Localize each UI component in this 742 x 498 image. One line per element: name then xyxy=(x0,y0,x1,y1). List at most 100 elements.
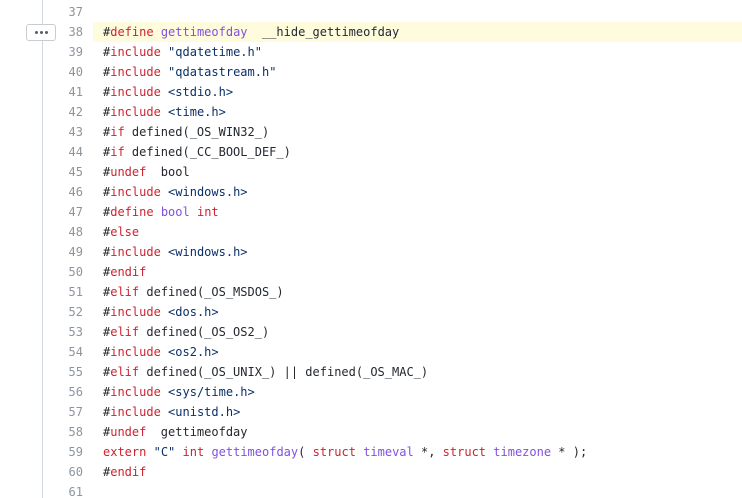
code-token: bool xyxy=(160,205,190,219)
line-number[interactable]: 40 xyxy=(43,62,83,82)
line-number[interactable]: 44 xyxy=(43,142,83,162)
code-line: 39 #include "qdatetime.h" xyxy=(0,42,742,62)
line-number[interactable]: 39 xyxy=(43,42,83,62)
code-line: 50 #endif xyxy=(0,262,742,282)
code-token: define xyxy=(110,25,154,39)
line-number[interactable]: 46 xyxy=(43,182,83,202)
code-token: "qdatetime.h" xyxy=(168,45,262,59)
code-token: endif xyxy=(110,265,147,279)
code-text: #include <unistd.h> xyxy=(103,402,240,422)
line-number[interactable]: 43 xyxy=(43,122,83,142)
code-token: include xyxy=(110,405,161,419)
code-token: endif xyxy=(110,465,147,479)
code-text: #if defined(_OS_WIN32_) xyxy=(103,122,269,142)
code-text: #define bool int xyxy=(103,202,219,222)
code-text: #define gettimeofday __hide_gettimeofday xyxy=(103,22,399,42)
code-text: #elif defined(_OS_UNIX_) || defined(_OS_… xyxy=(103,362,428,382)
line-number[interactable]: 57 xyxy=(43,402,83,422)
code-token: defined(_OS_MSDOS_) xyxy=(139,285,284,299)
line-number[interactable]: 60 xyxy=(43,462,83,482)
code-text: #include <windows.h> xyxy=(103,242,248,262)
code-token: elif xyxy=(110,285,140,299)
code-token: elif xyxy=(110,365,140,379)
code-token: <windows.h> xyxy=(168,185,248,199)
code-token: gettimeofday xyxy=(160,25,248,39)
code-token: <stdio.h> xyxy=(168,85,234,99)
line-number[interactable]: 54 xyxy=(43,342,83,362)
line-number[interactable]: 37 xyxy=(43,2,83,22)
code-token: timezone xyxy=(493,445,552,459)
line-number[interactable]: 61 xyxy=(43,482,83,498)
code-token: else xyxy=(110,225,140,239)
ellipsis-icon xyxy=(34,31,48,34)
line-number[interactable]: 51 xyxy=(43,282,83,302)
code-line: 58 #undef gettimeofday xyxy=(0,422,742,442)
code-line: 53 #elif defined(_OS_OS2_) xyxy=(0,322,742,342)
code-line: 37 xyxy=(0,2,742,22)
line-number[interactable]: 53 xyxy=(43,322,83,342)
code-token: elif xyxy=(110,325,140,339)
code-token: <windows.h> xyxy=(168,245,248,259)
code-line: 61 xyxy=(0,482,742,498)
code-token: __hide_gettimeofday xyxy=(247,25,400,39)
line-number[interactable]: 45 xyxy=(43,162,83,182)
code-line: 55 #elif defined(_OS_UNIX_) || defined(_O… xyxy=(0,362,742,382)
code-token: gettimeofday xyxy=(211,445,299,459)
code-token: include xyxy=(110,385,161,399)
line-number[interactable]: 41 xyxy=(43,82,83,102)
code-text: extern "C" int gettimeofday( struct time… xyxy=(103,442,587,462)
code-token: include xyxy=(110,45,161,59)
line-number[interactable]: 47 xyxy=(43,202,83,222)
expand-hidden-lines-button[interactable] xyxy=(26,24,56,41)
line-number[interactable]: 58 xyxy=(43,422,83,442)
code-token: define xyxy=(110,205,154,219)
code-token: gettimeofday xyxy=(146,425,248,439)
code-line: 59 extern "C" int gettimeofday( struct ti… xyxy=(0,442,742,462)
code-token: undef xyxy=(110,165,147,179)
code-text: #include <sys/time.h> xyxy=(103,382,255,402)
code-token: <sys/time.h> xyxy=(168,385,255,399)
line-number[interactable]: 50 xyxy=(43,262,83,282)
code-token: include xyxy=(110,185,161,199)
code-token: "qdatastream.h" xyxy=(168,65,277,79)
code-text: #include "qdatetime.h" xyxy=(103,42,262,62)
line-number[interactable]: 55 xyxy=(43,362,83,382)
code-line: 45 #undef bool xyxy=(0,162,742,182)
code-token: include xyxy=(110,345,161,359)
code-token: defined(_OS_WIN32_) xyxy=(124,125,270,139)
code-token: defined(_OS_OS2_) xyxy=(139,325,270,339)
code-lines: 37 38 #define gettimeofday __hide_gettimeo… xyxy=(0,2,742,498)
code-token: if xyxy=(110,145,125,159)
line-number[interactable]: 42 xyxy=(43,102,83,122)
line-number[interactable]: 59 xyxy=(43,442,83,462)
code-token: <unistd.h> xyxy=(168,405,241,419)
code-line: 40 #include "qdatastream.h" xyxy=(0,62,742,82)
code-line: 49 #include <windows.h> xyxy=(0,242,742,262)
code-line: 51 #elif defined(_OS_MSDOS_) xyxy=(0,282,742,302)
line-number[interactable]: 49 xyxy=(43,242,83,262)
code-line: 42 #include <time.h> xyxy=(0,102,742,122)
line-number[interactable]: 48 xyxy=(43,222,83,242)
line-number[interactable]: 52 xyxy=(43,302,83,322)
code-token: undef xyxy=(110,425,147,439)
line-number[interactable]: 56 xyxy=(43,382,83,402)
code-token: timeval xyxy=(363,445,414,459)
code-token: <os2.h> xyxy=(168,345,219,359)
code-text: #if defined(_CC_BOOL_DEF_) xyxy=(103,142,291,162)
code-line: 38 #define gettimeofday __hide_gettimeofd… xyxy=(0,22,742,42)
code-token: * ); xyxy=(551,445,588,459)
code-line: 48 #else xyxy=(0,222,742,242)
code-line: 54 #include <os2.h> xyxy=(0,342,742,362)
code-line: 56 #include <sys/time.h> xyxy=(0,382,742,402)
